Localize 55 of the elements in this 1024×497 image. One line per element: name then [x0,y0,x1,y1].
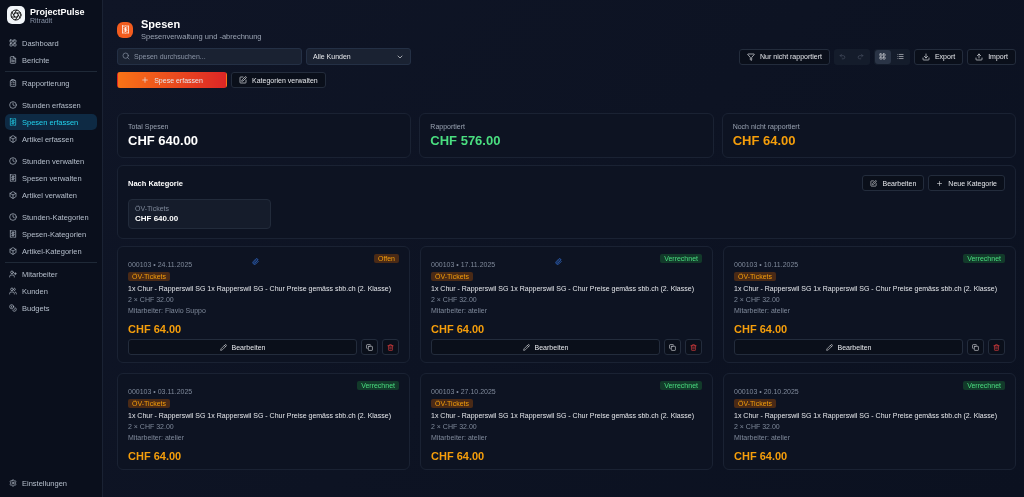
coins-icon [9,304,17,312]
expense-amount: CHF 64.00 [431,450,486,462]
plus-icon [936,179,944,187]
trash-icon [993,343,1000,351]
receipt-icon [117,21,133,38]
copy-button[interactable] [664,339,681,355]
copy-icon [972,343,979,351]
receipt-icon [9,230,17,238]
box-icon [9,247,17,255]
document-icon [9,56,17,64]
expense-amount: CHF 64.00 [734,323,789,335]
expense-amount: CHF 64.00 [734,450,789,462]
clock-icon [9,213,17,221]
copy-button[interactable] [361,339,378,355]
search-icon [122,52,130,60]
list-icon [897,53,905,60]
grid-icon [9,39,17,47]
clipboard-icon [9,79,17,87]
expense-amount: CHF 64.00 [128,323,183,335]
trash-icon [690,343,697,351]
page-title: Spesen [141,18,182,30]
edit-icon [239,76,247,84]
receipt-icon [9,174,17,182]
box-icon [9,191,17,199]
filter-icon [747,52,756,61]
summary-value: CHF 64.00 [732,133,797,148]
copy-button[interactable] [967,339,984,355]
summary-value: CHF 640.00 [128,133,200,148]
pencil-icon [522,343,530,351]
logo-icon [7,6,25,24]
app-name: ProjectPulse [30,6,85,17]
expense-amount: CHF 64.00 [431,323,486,335]
users-icon [9,287,17,295]
receipt-icon [9,118,17,126]
clock-icon [9,101,17,109]
settings-icon [9,479,17,487]
user-plus-icon [9,270,17,278]
edit-icon [870,179,878,187]
grid-icon [879,53,887,60]
pencil-icon [825,343,833,351]
summary-value: CHF 576.00 [430,133,502,148]
copy-icon [669,343,676,351]
clock-icon [9,157,17,165]
box-icon [9,135,17,143]
trash-icon [387,343,394,351]
expense-amount: CHF 64.00 [128,450,183,462]
undo-icon [839,53,847,60]
plus-icon [141,76,150,84]
pencil-icon [219,343,227,351]
grid-view-button[interactable] [874,49,891,64]
download-icon [921,52,930,61]
redo-icon [857,53,865,60]
upload-icon [975,52,984,61]
category-amount: CHF 640.00 [135,214,180,223]
copy-icon [366,343,373,351]
